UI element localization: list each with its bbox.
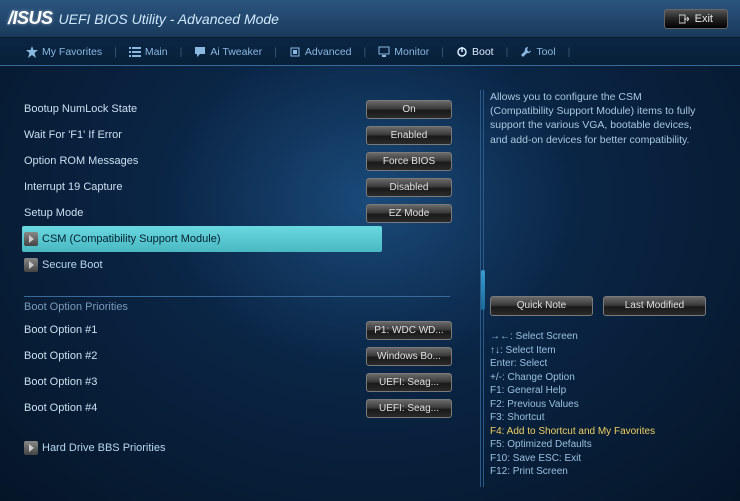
boot-option-3[interactable]: Boot Option #3 UEFI: Seag... (24, 369, 470, 395)
submenu-csm[interactable]: CSM (Compatibility Support Module) (22, 226, 382, 252)
value-btn[interactable]: Disabled (366, 178, 452, 197)
monitor-icon (378, 46, 390, 58)
panel-scrollbar[interactable] (480, 90, 484, 487)
tab-boot[interactable]: Boot (446, 46, 504, 58)
tab-bar: My Favorites | Main | Ai Tweaker | Advan… (0, 38, 740, 66)
exit-icon (679, 14, 689, 24)
chevron-right-icon (24, 441, 38, 455)
setting-option-rom[interactable]: Option ROM Messages Force BIOS (24, 148, 470, 174)
chat-icon (194, 46, 206, 58)
value-btn[interactable]: UEFI: Seag... (366, 399, 452, 418)
setting-setup-mode[interactable]: Setup Mode EZ Mode (24, 200, 470, 226)
help-text: Allows you to configure the CSM (Compati… (490, 90, 706, 290)
chip-icon (289, 46, 301, 58)
exit-button[interactable]: Exit (664, 9, 728, 29)
divider (24, 296, 450, 297)
value-btn[interactable]: EZ Mode (366, 204, 452, 223)
side-panel: Allows you to configure the CSM (Compati… (480, 66, 720, 501)
power-icon (456, 46, 468, 58)
tab-ai-tweaker[interactable]: Ai Tweaker (184, 46, 272, 58)
tab-main[interactable]: Main (119, 46, 178, 58)
content-area: Bootup NumLock State On Wait For 'F1' If… (0, 66, 740, 501)
value-btn[interactable]: Windows Bo... (366, 347, 452, 366)
chevron-right-icon (24, 258, 38, 272)
exit-label: Exit (695, 13, 713, 25)
scrollbar-thumb[interactable] (481, 270, 485, 310)
brand-logo: /ISUS (8, 8, 53, 29)
star-icon (26, 46, 38, 58)
setting-numlock[interactable]: Bootup NumLock State On (24, 96, 470, 122)
app-title: UEFI BIOS Utility - Advanced Mode (59, 11, 279, 27)
setting-int19[interactable]: Interrupt 19 Capture Disabled (24, 174, 470, 200)
list-icon (129, 46, 141, 58)
value-btn[interactable]: Force BIOS (366, 152, 452, 171)
header-bar: /ISUS UEFI BIOS Utility - Advanced Mode … (0, 0, 740, 38)
setting-wait-f1[interactable]: Wait For 'F1' If Error Enabled (24, 122, 470, 148)
boot-option-1[interactable]: Boot Option #1 P1: WDC WD... (24, 317, 470, 343)
tab-advanced[interactable]: Advanced (279, 46, 362, 58)
value-btn[interactable]: On (366, 100, 452, 119)
main-panel: Bootup NumLock State On Wait For 'F1' If… (0, 66, 480, 501)
key-help: →←: Select Screen ↑↓: Select Item Enter:… (490, 330, 706, 479)
tab-monitor[interactable]: Monitor (368, 46, 439, 58)
submenu-secure-boot[interactable]: Secure Boot (24, 252, 470, 278)
value-btn[interactable]: P1: WDC WD... (366, 321, 452, 340)
wrench-icon (520, 46, 532, 58)
last-modified-button[interactable]: Last Modified (603, 296, 706, 316)
value-btn[interactable]: Enabled (366, 126, 452, 145)
boot-priorities-header: Boot Option Priorities (24, 301, 470, 313)
value-btn[interactable]: UEFI: Seag... (366, 373, 452, 392)
chevron-right-icon (24, 232, 38, 246)
quick-note-button[interactable]: Quick Note (490, 296, 593, 316)
boot-option-4[interactable]: Boot Option #4 UEFI: Seag... (24, 395, 470, 421)
tab-tool[interactable]: Tool (510, 46, 565, 58)
boot-option-2[interactable]: Boot Option #2 Windows Bo... (24, 343, 470, 369)
tab-favorites[interactable]: My Favorites (16, 46, 112, 58)
submenu-bbs[interactable]: Hard Drive BBS Priorities (24, 435, 470, 461)
